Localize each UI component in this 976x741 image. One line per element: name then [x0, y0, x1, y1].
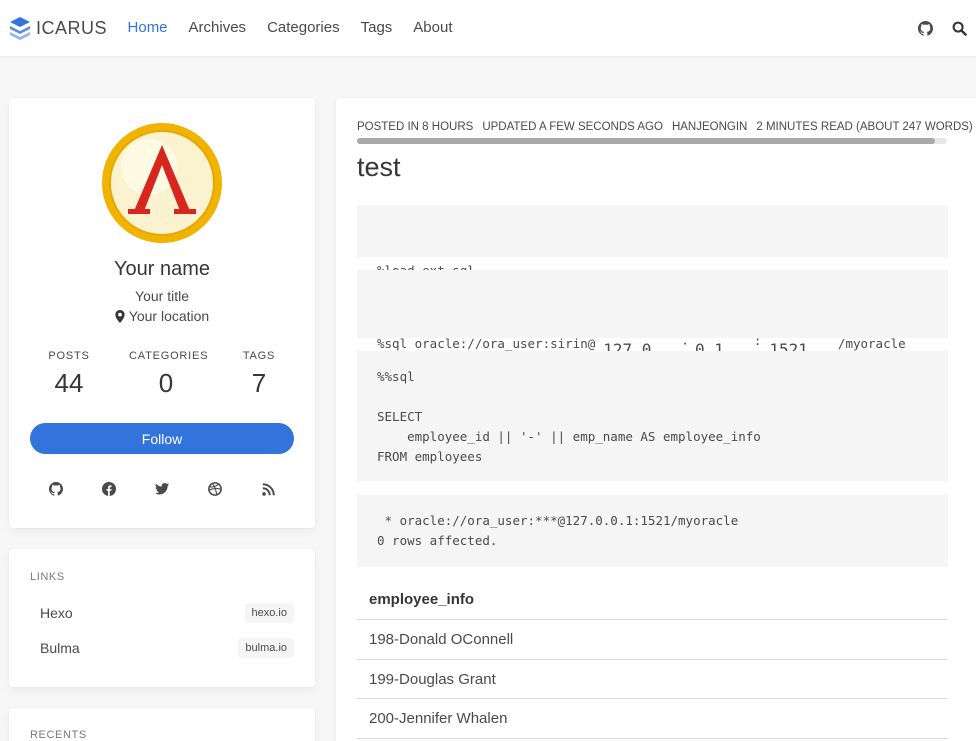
- article-card: POSTED IN 8 HOURS UPDATED A FEW SECONDS A…: [336, 98, 976, 741]
- stat-label: TAGS: [242, 350, 276, 362]
- profile-location: Your location: [9, 308, 315, 324]
- dribbble-icon[interactable]: [208, 482, 222, 496]
- location-text: Your location: [128, 308, 210, 324]
- code-block-3: %%sql SELECT employee_id || '-' || emp_n…: [357, 351, 948, 481]
- meta-read-time: 2 MINUTES READ (ABOUT 247 WORDS): [756, 121, 973, 133]
- recents-title: RECENTS: [30, 729, 87, 741]
- twitter-icon[interactable]: [155, 482, 169, 496]
- stat-posts[interactable]: POSTS 44: [9, 350, 129, 399]
- stat-value: 44: [54, 368, 84, 398]
- nav-menu: Home Archives Categories Tags About: [117, 0, 463, 56]
- nav-item-archives[interactable]: Archives: [178, 0, 257, 56]
- map-marker-icon: [115, 309, 125, 323]
- profile-stats: POSTS 44 CATEGORIES 0 TAGS 7: [9, 350, 315, 399]
- table-row: 198-Donald OConnell: [357, 620, 948, 660]
- links-card: LINKS Hexo hexo.io Bulma bulma.io: [9, 549, 315, 687]
- github-icon[interactable]: [49, 482, 63, 496]
- code-block-4: * oracle://ora_user:***@127.0.0.1:1521/m…: [357, 495, 948, 567]
- rss-icon[interactable]: [261, 482, 275, 496]
- brand-name: ICARUS: [36, 17, 108, 38]
- link-tag: hexo.io: [244, 603, 294, 623]
- code-block-1: %load_ext sql: [357, 205, 948, 278]
- navbar: ICARUS Home Archives Categories Tags Abo…: [0, 0, 976, 56]
- meta-author[interactable]: HANJEONGIN: [672, 121, 747, 133]
- profile-title: Your title: [135, 288, 189, 304]
- follow-button[interactable]: Follow: [30, 423, 294, 454]
- brand[interactable]: ICARUS: [9, 15, 107, 41]
- post-title: test: [357, 152, 401, 182]
- stat-value: 7: [251, 368, 267, 398]
- nav-item-categories[interactable]: Categories: [257, 0, 351, 56]
- facebook-icon[interactable]: [102, 482, 116, 496]
- link-name[interactable]: Bulma: [40, 640, 80, 656]
- stat-label: CATEGORIES: [129, 350, 209, 362]
- table-header: employee_info: [357, 580, 948, 620]
- link-tag: bulma.io: [238, 638, 294, 658]
- stat-value: 0: [158, 368, 174, 398]
- meta-scrollbar-thumb[interactable]: [357, 138, 935, 144]
- logo-icon: [10, 17, 30, 40]
- table-row: 199-Douglas Grant: [357, 660, 948, 699]
- code-colon: :: [753, 333, 762, 348]
- stat-tags[interactable]: TAGS 7: [203, 350, 315, 399]
- link-name[interactable]: Hexo: [40, 605, 73, 621]
- profile-name: Your name: [114, 258, 210, 280]
- nav-item-home[interactable]: Home: [117, 0, 178, 56]
- result-table: employee_info 198-Donald OConnell 199-Do…: [357, 580, 948, 739]
- social-links: [29, 482, 295, 496]
- search-icon[interactable]: [942, 0, 976, 56]
- recents-card: RECENTS: [9, 708, 315, 741]
- code-block-2: %sql oracle://ora_user:sirin@ 127.0 · 0.…: [357, 270, 948, 359]
- stat-label: POSTS: [48, 350, 90, 362]
- links-title: LINKS: [30, 571, 65, 583]
- github-icon[interactable]: [908, 0, 942, 56]
- link-item-hexo[interactable]: Hexo hexo.io: [30, 598, 294, 628]
- nav-item-about[interactable]: About: [403, 0, 463, 56]
- meta-scrollbar[interactable]: [357, 138, 947, 144]
- table-row: 200-Jennifer Whalen: [357, 699, 948, 739]
- profile-card: Your name Your title Your location POSTS…: [9, 98, 315, 528]
- avatar: [102, 123, 222, 243]
- meta-updated: UPDATED A FEW SECONDS AGO: [482, 121, 663, 133]
- article-meta: POSTED IN 8 HOURS UPDATED A FEW SECONDS A…: [357, 121, 976, 133]
- link-item-bulma[interactable]: Bulma bulma.io: [30, 633, 294, 663]
- nav-right: [908, 0, 976, 56]
- stat-categories[interactable]: CATEGORIES 0: [129, 350, 209, 399]
- meta-posted: POSTED IN 8 HOURS: [357, 121, 474, 133]
- nav-item-tags[interactable]: Tags: [350, 0, 403, 56]
